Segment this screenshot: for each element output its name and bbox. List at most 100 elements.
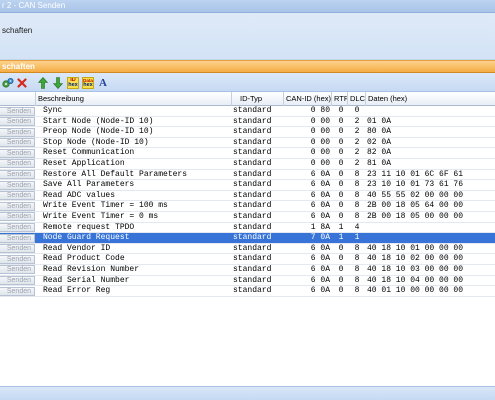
cell-can-id: 1 8A bbox=[310, 222, 330, 232]
move-up-button[interactable] bbox=[37, 76, 49, 89]
table-row[interactable]: Senden Restore All Default Parameters stan… bbox=[0, 170, 495, 181]
cell-daten: 2B 00 18 05 64 00 00 bbox=[367, 201, 464, 211]
send-button[interactable]: Senden bbox=[0, 286, 35, 296]
table-row[interactable]: Senden Read Product Code standard 6 0A 0 8 40 … bbox=[0, 254, 495, 265]
header-daten[interactable]: Daten (hex) bbox=[366, 92, 495, 106]
cell-beschreibung: Start Node (Node-ID 10) bbox=[43, 116, 154, 126]
header-send-column[interactable] bbox=[0, 92, 36, 106]
cell-beschreibung: Restore All Default Parameters bbox=[43, 169, 188, 179]
add-message-button[interactable] bbox=[1, 76, 14, 89]
move-down-button[interactable] bbox=[52, 76, 64, 89]
cell-daten: 82 0A bbox=[367, 148, 392, 158]
id-hex-toggle-button[interactable]: ID hex bbox=[66, 76, 80, 89]
cell-id-typ: standard bbox=[233, 222, 272, 232]
cell-daten: 40 18 10 03 00 00 00 bbox=[367, 264, 464, 274]
cell-beschreibung: Preop Node (Node-ID 10) bbox=[43, 127, 154, 137]
header-rtr[interactable]: RTR bbox=[332, 92, 348, 106]
send-button[interactable]: Senden bbox=[0, 265, 35, 275]
cell-id-typ: standard bbox=[233, 254, 272, 264]
header-id-typ[interactable]: ID-Typ bbox=[232, 92, 284, 106]
send-button[interactable]: Senden bbox=[0, 127, 35, 137]
table-row[interactable]: Senden Write Event Timer = 0 ms standard 6 … bbox=[0, 212, 495, 223]
table-row[interactable]: Senden Stop Node (Node-ID 10) standard 0 00… bbox=[0, 138, 495, 149]
send-button[interactable]: Senden bbox=[0, 223, 35, 233]
cell-id-typ: standard bbox=[233, 211, 272, 221]
id-hex-icon-bottom: hex bbox=[68, 82, 78, 88]
cell-daten: 40 18 10 02 00 00 00 bbox=[367, 254, 464, 264]
cell-can-id: 6 0A bbox=[310, 201, 330, 211]
table-row[interactable]: Senden Read Error Reg standard 6 0A 0 8 40 01 … bbox=[0, 286, 495, 297]
font-button[interactable]: A bbox=[97, 76, 109, 89]
send-button[interactable]: Senden bbox=[0, 170, 35, 180]
data-hex-toggle-button[interactable]: Data hex bbox=[81, 76, 95, 89]
cell-rtr: 0 bbox=[338, 254, 344, 264]
cell-rtr: 0 bbox=[338, 201, 344, 211]
cell-beschreibung: Reset Application bbox=[43, 158, 125, 168]
cell-dlc: 8 bbox=[354, 201, 360, 211]
cell-can-id: 6 0A bbox=[310, 254, 330, 264]
table-row[interactable]: Senden Remote request TPDO standard 1 8A 1 4 bbox=[0, 223, 495, 234]
cell-dlc: 2 bbox=[354, 127, 360, 137]
cell-dlc: 8 bbox=[354, 243, 360, 253]
send-button[interactable]: Senden bbox=[0, 159, 35, 169]
cell-can-id: 7 0A bbox=[310, 233, 330, 243]
cell-rtr: 0 bbox=[338, 243, 344, 253]
cell-can-id: 6 0A bbox=[310, 211, 330, 221]
table-row[interactable]: Senden Preop Node (Node-ID 10) standard 0 0… bbox=[0, 127, 495, 138]
send-button[interactable]: Senden bbox=[0, 244, 35, 254]
header-dlc[interactable]: DLC bbox=[348, 92, 366, 106]
cell-dlc: 8 bbox=[354, 264, 360, 274]
send-button[interactable]: Senden bbox=[0, 106, 35, 116]
table-row[interactable]: Senden Read Revision Number standard 6 0A 0 8… bbox=[0, 265, 495, 276]
cell-rtr: 0 bbox=[338, 106, 344, 115]
table-row[interactable]: Senden Write Event Timer = 100 ms standard… bbox=[0, 201, 495, 212]
send-button[interactable]: Senden bbox=[0, 233, 35, 243]
send-button[interactable]: Senden bbox=[0, 148, 35, 158]
cell-id-typ: standard bbox=[233, 116, 272, 126]
table-row[interactable]: Senden Reset Communication standard 0 00 0 2 8… bbox=[0, 148, 495, 159]
arrow-up-icon bbox=[38, 76, 48, 89]
cell-daten: 40 55 55 02 00 00 00 bbox=[367, 190, 464, 200]
cell-beschreibung: Sync bbox=[43, 106, 63, 115]
cell-id-typ: standard bbox=[233, 275, 272, 285]
cell-id-typ: standard bbox=[233, 286, 272, 296]
cell-rtr: 1 bbox=[338, 233, 344, 243]
send-button[interactable]: Senden bbox=[0, 201, 35, 211]
table-row[interactable]: Senden Save All Parameters standard 6 0A 0 8 2… bbox=[0, 180, 495, 191]
cell-can-id: 6 0A bbox=[310, 264, 330, 274]
cell-dlc: 2 bbox=[354, 158, 360, 168]
cell-daten bbox=[367, 223, 495, 233]
send-button[interactable]: Senden bbox=[0, 117, 35, 127]
cell-rtr: 0 bbox=[338, 264, 344, 274]
table-row[interactable]: Senden Read Vendor ID standard 6 0A 0 8 40 18 … bbox=[0, 244, 495, 255]
cell-daten: 01 0A bbox=[367, 116, 392, 126]
status-bar bbox=[0, 386, 495, 400]
cell-id-typ: standard bbox=[233, 233, 272, 243]
send-button[interactable]: Senden bbox=[0, 254, 35, 264]
cell-can-id: 6 0A bbox=[310, 190, 330, 200]
delete-x-icon bbox=[16, 77, 27, 88]
window-title: r 2 - CAN Senden bbox=[2, 1, 66, 10]
send-button[interactable]: Senden bbox=[0, 212, 35, 222]
properties-header[interactable]: schaften bbox=[0, 60, 495, 73]
table-row[interactable]: Senden Read Serial Number standard 6 0A 0 8 40… bbox=[0, 276, 495, 287]
table-row[interactable]: Senden Read ADC values standard 6 0A 0 8 40 55… bbox=[0, 191, 495, 202]
header-beschreibung[interactable]: Beschreibung bbox=[36, 92, 232, 106]
table-row[interactable]: Senden Node Guard Request standard 7 0A 1 1 bbox=[0, 233, 495, 244]
table-row[interactable]: Senden Start Node (Node-ID 10) standard 0 0… bbox=[0, 117, 495, 128]
cell-daten: 02 0A bbox=[367, 137, 392, 147]
header-can-id[interactable]: CAN-ID (hex) bbox=[284, 92, 332, 106]
cell-rtr: 0 bbox=[338, 286, 344, 296]
send-button[interactable]: Senden bbox=[0, 138, 35, 148]
cell-daten: 80 0A bbox=[367, 127, 392, 137]
cell-daten: 40 18 10 01 00 00 00 bbox=[367, 243, 464, 253]
cell-can-id: 6 0A bbox=[310, 275, 330, 285]
send-button[interactable]: Senden bbox=[0, 180, 35, 190]
delete-message-button[interactable] bbox=[15, 76, 28, 89]
table-row[interactable]: Senden Sync standard 0 80 0 0 bbox=[0, 106, 495, 117]
send-button[interactable]: Senden bbox=[0, 191, 35, 201]
table-row[interactable]: Senden Reset Application standard 0 00 0 2 81 … bbox=[0, 159, 495, 170]
send-button[interactable]: Senden bbox=[0, 276, 35, 285]
cell-can-id: 6 0A bbox=[310, 286, 330, 296]
cell-rtr: 0 bbox=[338, 190, 344, 200]
